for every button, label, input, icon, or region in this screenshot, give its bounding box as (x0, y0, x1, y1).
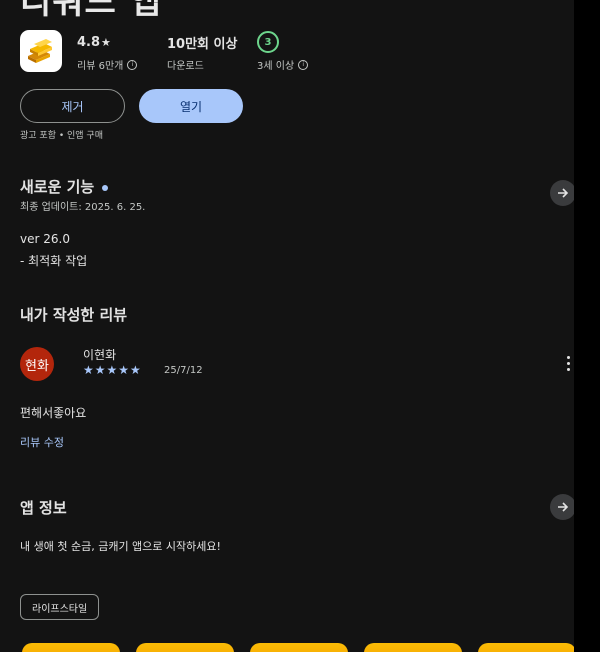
play-store-app-page: 리워드 앱 4.8 ★ 리뷰 6만개 i 10만회 이상 다운로드 3 3세 이… (0, 0, 574, 652)
rating-value: 4.8 (77, 34, 101, 50)
star-icon: ★ (101, 35, 111, 49)
whats-new-heading[interactable]: 새로운 기능 (20, 176, 109, 197)
screenshot-thumbnail[interactable] (478, 643, 574, 652)
new-indicator-dot (102, 184, 109, 191)
review-stars: ★★★★★ (83, 363, 142, 377)
edit-review-link[interactable]: 리뷰 수정 (20, 434, 64, 450)
ads-iap-note: 광고 포함 • 인앱 구매 (20, 131, 103, 141)
avatar: 현화 (20, 347, 54, 381)
screenshot-thumbnail[interactable] (250, 643, 348, 652)
downloads-stat: 10만회 이상 다운로드 (167, 32, 238, 73)
last-updated: 최종 업데이트: 2025. 6. 25. (20, 202, 146, 213)
info-icon: i (127, 59, 138, 70)
app-title: 리워드 앱 (20, 0, 162, 22)
content-rating-stat[interactable]: 3 3세 이상 i (257, 31, 309, 72)
review-date: 25/7/12 (164, 365, 203, 376)
downloads-label: 다운로드 (167, 61, 204, 72)
gold-bars-app-icon (20, 30, 62, 72)
update-note: - 최적화 작업 (20, 254, 88, 268)
app-info-heading[interactable]: 앱 정보 (20, 497, 67, 518)
screenshot-thumbnail[interactable] (136, 643, 234, 652)
app-description: 내 생애 첫 순금, 금캐기 앱으로 시작하세요! (20, 540, 221, 553)
reviews-count: 리뷰 6만개 (77, 61, 124, 72)
more-vert-icon[interactable] (563, 355, 573, 373)
screenshot-thumbnail[interactable] (22, 643, 120, 652)
arrow-right-icon[interactable] (550, 494, 574, 520)
info-icon: i (298, 59, 309, 70)
review-text: 편해서좋아요 (20, 406, 87, 420)
open-button[interactable]: 열기 (139, 89, 243, 123)
content-rating-label: 3세 이상 (257, 61, 295, 72)
my-review-heading: 내가 작성한 리뷰 (20, 306, 128, 324)
content-rating-badge: 3 (257, 31, 279, 53)
version-text: ver 26.0 (20, 232, 70, 246)
downloads-value: 10만회 이상 (167, 36, 238, 52)
screenshot-thumbnail[interactable] (364, 643, 462, 652)
review-author: 이현화 (83, 348, 117, 362)
arrow-right-icon[interactable] (550, 180, 574, 206)
category-chip[interactable]: 라이프스타일 (20, 594, 100, 620)
remove-button[interactable]: 제거 (20, 89, 125, 123)
rating-stat[interactable]: 4.8 ★ 리뷰 6만개 i (77, 32, 138, 72)
whats-new-title: 새로운 기능 (20, 178, 95, 196)
